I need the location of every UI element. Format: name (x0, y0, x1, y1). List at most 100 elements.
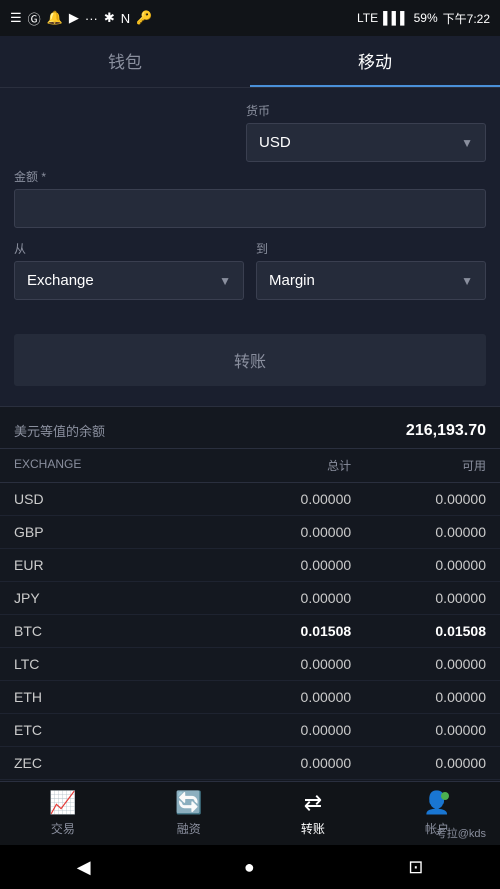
td-total: 0.00000 (216, 755, 351, 771)
th-available: 可用 (351, 457, 486, 474)
table-body: USD0.000000.00000GBP0.000000.00000EUR0.0… (0, 483, 500, 783)
td-total: 0.00000 (216, 557, 351, 573)
currency-label: 货币 (246, 102, 486, 119)
to-arrow-icon: ▼ (461, 274, 473, 288)
th-total: 总计 (216, 457, 351, 474)
td-available: 0.00000 (351, 656, 486, 672)
td-available: 0.00000 (351, 722, 486, 738)
home-button[interactable]: ● (244, 857, 255, 878)
status-bar: ☰ Ⓖ 🔔 ▶ ··· ✱ N 🔑 LTE ▌▌▌ 59% 下午7:22 (0, 0, 500, 36)
from-to-row: 从 Exchange ▼ 到 Margin ▼ (14, 240, 486, 300)
td-currency-name: USD (14, 491, 216, 507)
currency-select[interactable]: USD ▼ (246, 123, 486, 162)
td-available: 0.01508 (351, 623, 486, 639)
funding-icon: 🔄 (175, 790, 202, 816)
td-total: 0.00000 (216, 491, 351, 507)
th-exchange: EXCHANGE (14, 457, 216, 474)
td-currency-name: ETH (14, 689, 216, 705)
nav-funding[interactable]: 🔄 融资 (175, 790, 202, 837)
td-available: 0.00000 (351, 557, 486, 573)
currency-value: USD (259, 134, 291, 151)
to-select[interactable]: Margin ▼ (256, 261, 486, 300)
nav-transfer[interactable]: ⇄ 转账 (301, 790, 325, 837)
table-row: JPY0.000000.00000 (0, 582, 500, 615)
td-available: 0.00000 (351, 524, 486, 540)
g-icon: Ⓖ (28, 9, 41, 28)
account-icon-wrap: 👤 (423, 790, 450, 816)
transfer-btn-area: 转账 (0, 326, 500, 406)
bluetooth-icon: ✱ (104, 10, 115, 26)
tab-transfer[interactable]: 移动 (250, 36, 500, 87)
td-available: 0.00000 (351, 491, 486, 507)
td-available: 0.00000 (351, 590, 486, 606)
td-available: 0.00000 (351, 689, 486, 705)
td-currency-name: LTC (14, 656, 216, 672)
lte-icon: LTE (357, 11, 378, 25)
status-left-icons: ☰ Ⓖ 🔔 ▶ ··· ✱ N 🔑 (10, 9, 152, 28)
account-dot (441, 792, 449, 800)
nfc-icon: N (121, 11, 130, 26)
table-row: GBP0.000000.00000 (0, 516, 500, 549)
tab-wallet[interactable]: 钱包 (0, 36, 250, 87)
table-row: USD0.000000.00000 (0, 483, 500, 516)
td-currency-name: ZEC (14, 755, 216, 771)
from-value: Exchange (27, 272, 94, 289)
status-right-icons: LTE ▌▌▌ 59% 下午7:22 (357, 10, 490, 27)
table-row: ETC0.000000.00000 (0, 714, 500, 747)
from-field: 从 Exchange ▼ (14, 240, 244, 300)
td-total: 0.00000 (216, 590, 351, 606)
android-nav: ◀ ● ⊡ (0, 845, 500, 889)
transfer-icon: ⇄ (304, 790, 322, 816)
td-total: 0.00000 (216, 722, 351, 738)
amount-input[interactable] (14, 189, 486, 228)
td-currency-name: GBP (14, 524, 216, 540)
from-arrow-icon: ▼ (219, 274, 231, 288)
to-field: 到 Margin ▼ (256, 240, 486, 300)
td-currency-name: BTC (14, 623, 216, 639)
balance-label: 美元等值的余额 (14, 421, 105, 440)
table-row: ETH0.000000.00000 (0, 681, 500, 714)
td-currency-name: ETC (14, 722, 216, 738)
time-display: 下午7:22 (443, 10, 490, 27)
recents-button[interactable]: ⊡ (408, 857, 423, 878)
td-total: 0.01508 (216, 623, 351, 639)
key-icon: 🔑 (136, 10, 152, 26)
currency-arrow-icon: ▼ (461, 136, 473, 150)
nav-trade[interactable]: 📈 交易 (49, 790, 76, 837)
td-total: 0.00000 (216, 524, 351, 540)
nav-trade-label: 交易 (51, 820, 75, 837)
branding: 考拉@kds (436, 825, 486, 841)
td-currency-name: EUR (14, 557, 216, 573)
main-tabs: 钱包 移动 (0, 36, 500, 88)
currency-field: 货币 USD ▼ (246, 102, 486, 162)
transfer-button[interactable]: 转账 (14, 334, 486, 386)
menu-icon: ☰ (10, 10, 22, 26)
balance-section: 美元等值的余额 216,193.70 (0, 406, 500, 449)
back-button[interactable]: ◀ (77, 857, 91, 878)
to-value: Margin (269, 272, 315, 289)
bell-icon: 🔔 (47, 10, 63, 26)
table-row: LTC0.000000.00000 (0, 648, 500, 681)
td-currency-name: JPY (14, 590, 216, 606)
signal-icon: ▌▌▌ (383, 11, 409, 25)
from-select[interactable]: Exchange ▼ (14, 261, 244, 300)
balance-value: 216,193.70 (406, 422, 486, 440)
currency-row: 货币 USD ▼ (14, 102, 486, 162)
nav-transfer-label: 转账 (301, 820, 325, 837)
play-icon: ▶ (69, 10, 79, 26)
td-total: 0.00000 (216, 656, 351, 672)
table-header: EXCHANGE 总计 可用 (0, 449, 500, 483)
amount-row: 金额 * (14, 168, 486, 228)
table-row: ZEC0.000000.00000 (0, 747, 500, 780)
bottom-nav: 📈 交易 🔄 融资 ⇄ 转账 👤 帐户 (0, 781, 500, 845)
td-total: 0.00000 (216, 689, 351, 705)
dots-icon: ··· (85, 11, 98, 26)
table-row: EUR0.000000.00000 (0, 549, 500, 582)
from-label: 从 (14, 240, 244, 257)
to-label: 到 (256, 240, 486, 257)
td-available: 0.00000 (351, 755, 486, 771)
battery-level: 59% (414, 11, 438, 25)
amount-label: 金额 * (14, 168, 486, 185)
trade-icon: 📈 (49, 790, 76, 816)
table-row: BTC0.015080.01508 (0, 615, 500, 648)
